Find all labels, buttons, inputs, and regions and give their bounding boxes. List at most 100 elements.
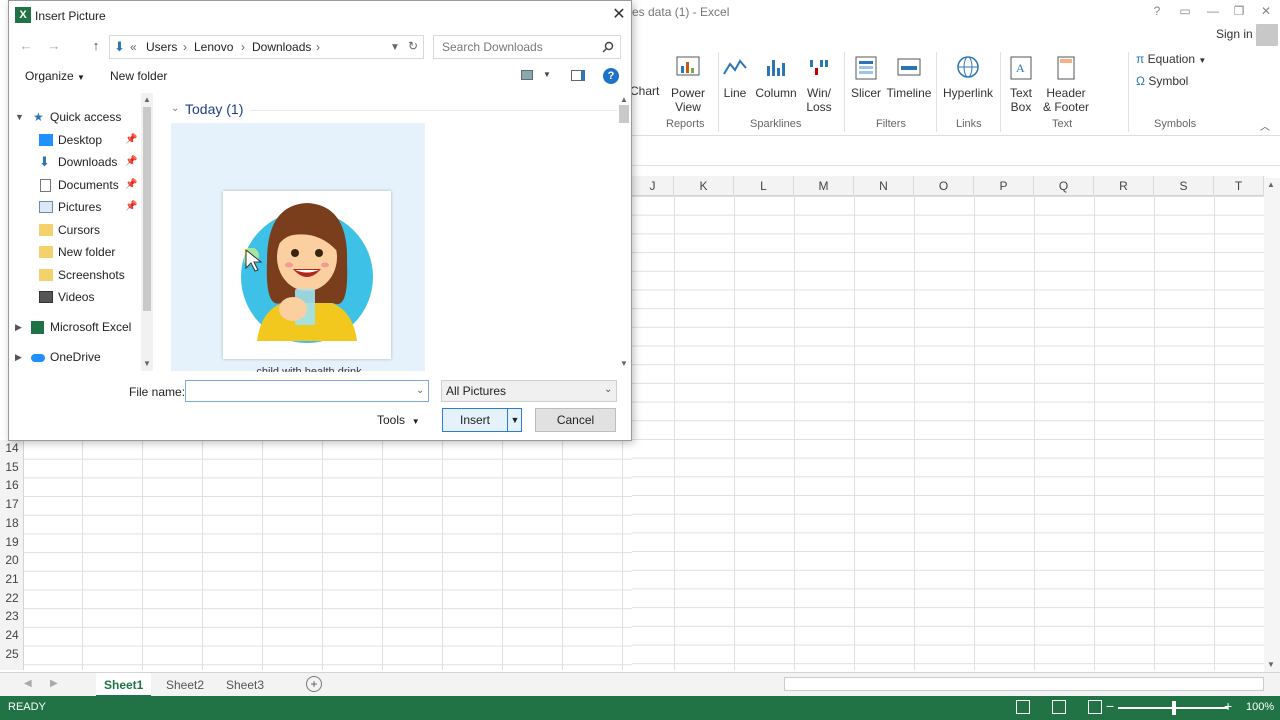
cell-grid[interactable] bbox=[632, 196, 1264, 670]
file-type-filter[interactable]: All Pictures ⌄ bbox=[441, 380, 617, 402]
row-header-19[interactable]: 19 bbox=[0, 535, 24, 549]
file-scroll-thumb[interactable] bbox=[619, 105, 629, 123]
column-sparkline-button[interactable]: Column bbox=[754, 54, 798, 100]
nav-videos[interactable]: Videos bbox=[9, 286, 149, 308]
view-dropdown-icon[interactable]: ▼ bbox=[543, 70, 551, 79]
add-sheet-icon[interactable]: + bbox=[306, 676, 322, 692]
sheet-tab-2[interactable]: Sheet2 bbox=[158, 673, 212, 697]
insert-label[interactable]: Insert bbox=[443, 409, 507, 431]
chart-button[interactable]: Chart bbox=[630, 84, 659, 98]
search-box[interactable]: Search Downloads bbox=[433, 35, 621, 59]
column-header-r[interactable]: R bbox=[1094, 176, 1154, 196]
chevron-down-icon[interactable]: ▼ bbox=[15, 106, 24, 128]
scroll-up-icon[interactable]: ▲ bbox=[1267, 180, 1275, 189]
scroll-down-icon[interactable]: ▼ bbox=[620, 359, 628, 368]
column-header-j[interactable]: J bbox=[632, 176, 674, 196]
view-icon[interactable] bbox=[521, 70, 533, 80]
page-break-icon[interactable] bbox=[1088, 700, 1102, 714]
row-header-18[interactable]: 18 bbox=[0, 516, 24, 530]
column-header-s[interactable]: S bbox=[1154, 176, 1214, 196]
nav-downloads[interactable]: ⬇ Downloads 📌 bbox=[9, 151, 149, 173]
tab-scroll-left-icon[interactable]: ◀ bbox=[24, 678, 32, 689]
pin-icon[interactable]: 📌 bbox=[125, 196, 137, 218]
avatar[interactable] bbox=[1256, 24, 1278, 46]
search-placeholder[interactable]: Search Downloads bbox=[442, 40, 543, 54]
slicer-button[interactable]: Slicer bbox=[850, 54, 882, 100]
close-icon[interactable]: ✕ bbox=[1255, 2, 1277, 20]
horizontal-scrollbar[interactable] bbox=[784, 677, 1264, 691]
row-header-14[interactable]: 14 bbox=[0, 441, 24, 455]
header-footer-button[interactable]: Header & Footer bbox=[1042, 54, 1090, 114]
chevron-down-icon[interactable]: ▼ bbox=[390, 42, 400, 53]
collapse-ribbon-icon[interactable]: ︿ bbox=[1260, 118, 1270, 133]
nav-pictures[interactable]: Pictures 📌 bbox=[9, 196, 149, 218]
chevron-down-icon[interactable]: ⌄ bbox=[171, 103, 179, 114]
organize-button[interactable]: Organize ▼ bbox=[25, 69, 85, 83]
row-header-17[interactable]: 17 bbox=[0, 497, 24, 511]
breadcrumb-downloads[interactable]: Downloads bbox=[252, 40, 311, 54]
scroll-up-icon[interactable]: ▲ bbox=[143, 95, 151, 104]
insert-dropdown-icon[interactable]: ▼ bbox=[507, 409, 522, 431]
equation-button[interactable]: π Equation ▼ bbox=[1136, 52, 1206, 68]
nav-cursors[interactable]: Cursors bbox=[9, 219, 149, 241]
ribbon-display-icon[interactable]: ▭ bbox=[1174, 2, 1196, 20]
chevron-down-icon[interactable]: ⌄ bbox=[416, 385, 424, 396]
zoom-out-icon[interactable]: − bbox=[1106, 698, 1114, 714]
hyperlink-button[interactable]: Hyperlink bbox=[942, 54, 994, 100]
nav-documents[interactable]: Documents 📌 bbox=[9, 174, 149, 196]
group-header[interactable]: Today (1) bbox=[185, 101, 243, 117]
pin-icon[interactable]: 📌 bbox=[125, 129, 137, 151]
pin-icon[interactable]: 📌 bbox=[125, 174, 137, 196]
cancel-button[interactable]: Cancel bbox=[535, 408, 616, 432]
row-header-16[interactable]: 16 bbox=[0, 478, 24, 492]
file-thumbnail[interactable] bbox=[223, 191, 391, 359]
formula-bar[interactable] bbox=[632, 144, 1280, 166]
row-header-20[interactable]: 20 bbox=[0, 553, 24, 567]
refresh-icon[interactable]: ↻ bbox=[408, 39, 418, 53]
page-layout-icon[interactable] bbox=[1052, 700, 1066, 714]
search-icon[interactable] bbox=[602, 41, 614, 53]
nav-onedrive[interactable]: ▶ OneDrive bbox=[9, 346, 149, 368]
nav-desktop[interactable]: Desktop 📌 bbox=[9, 129, 149, 151]
column-header-n[interactable]: N bbox=[854, 176, 914, 196]
column-header-q[interactable]: Q bbox=[1034, 176, 1094, 196]
maximize-icon[interactable]: ❐ bbox=[1228, 2, 1250, 20]
win-loss-sparkline-button[interactable]: Win/ Loss bbox=[804, 54, 834, 114]
vertical-scrollbar[interactable]: ▲ ▼ bbox=[1264, 178, 1280, 672]
file-name-label[interactable]: child with health drink bbox=[229, 366, 389, 372]
close-icon[interactable]: ✕ bbox=[609, 5, 629, 25]
text-box-button[interactable]: A Text Box bbox=[1006, 54, 1036, 114]
preview-pane-icon[interactable] bbox=[571, 70, 585, 81]
nav-microsoft-excel[interactable]: ▶ Microsoft Excel bbox=[9, 316, 149, 338]
sheet-tab-1[interactable]: Sheet1 bbox=[96, 673, 152, 697]
nav-scroll-thumb[interactable] bbox=[143, 107, 151, 311]
row-header-24[interactable]: 24 bbox=[0, 628, 24, 642]
file-list-scrollbar[interactable]: ▲ ▼ bbox=[617, 93, 631, 371]
chevron-right-icon[interactable]: › bbox=[316, 40, 320, 54]
scroll-down-icon[interactable]: ▼ bbox=[143, 359, 151, 368]
up-icon[interactable]: ↑ bbox=[87, 38, 105, 54]
scroll-down-icon[interactable]: ▼ bbox=[1267, 660, 1275, 669]
overflow-chevron-icon[interactable]: « bbox=[130, 40, 137, 54]
column-header-p[interactable]: P bbox=[974, 176, 1034, 196]
nav-screenshots[interactable]: Screenshots bbox=[9, 264, 149, 286]
forward-icon[interactable]: → bbox=[45, 38, 63, 54]
column-header-m[interactable]: M bbox=[794, 176, 854, 196]
column-header-k[interactable]: K bbox=[674, 176, 734, 196]
column-header-o[interactable]: O bbox=[914, 176, 974, 196]
power-view-button[interactable]: Power View bbox=[668, 54, 708, 114]
insert-button[interactable]: Insert ▼ bbox=[442, 408, 522, 432]
sign-in-link[interactable]: Sign in bbox=[1216, 27, 1253, 41]
column-header-l[interactable]: L bbox=[734, 176, 794, 196]
row-header-15[interactable]: 15 bbox=[0, 460, 24, 474]
chevron-right-icon[interactable]: › bbox=[183, 40, 187, 54]
scroll-up-icon[interactable]: ▲ bbox=[620, 95, 628, 104]
row-header-21[interactable]: 21 bbox=[0, 572, 24, 586]
new-folder-button[interactable]: New folder bbox=[110, 69, 167, 83]
normal-view-icon[interactable] bbox=[1016, 700, 1030, 714]
file-tile[interactable]: child with health drink bbox=[171, 123, 425, 372]
help-icon[interactable]: ? bbox=[603, 68, 619, 84]
nav-new-folder[interactable]: New folder bbox=[9, 241, 149, 263]
help-icon[interactable]: ? bbox=[1146, 2, 1168, 20]
timeline-button[interactable]: Timeline bbox=[886, 54, 932, 100]
